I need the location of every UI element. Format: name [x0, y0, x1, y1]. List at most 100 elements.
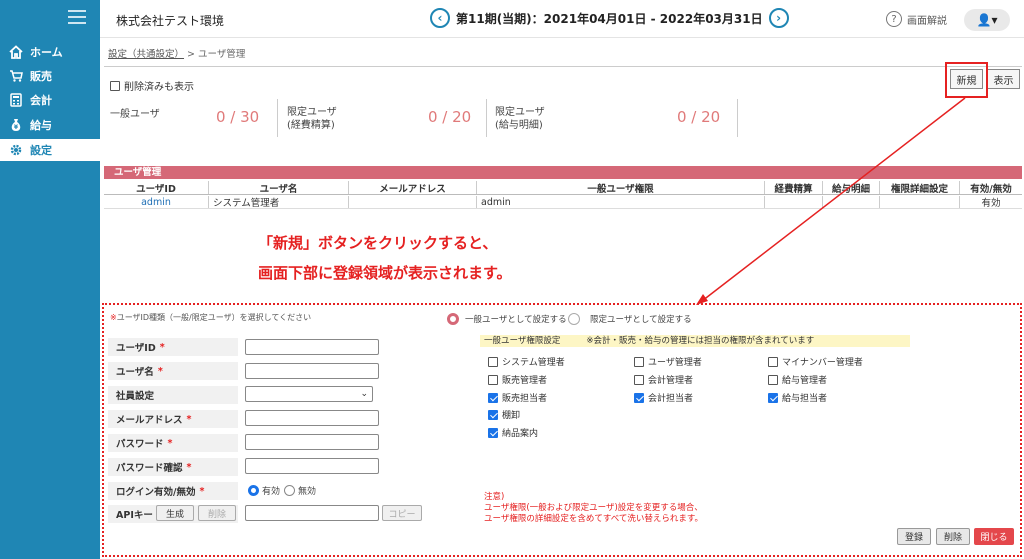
perm-payroll-staff[interactable]: 給与担当者 [768, 391, 827, 404]
delete-button[interactable]: 削除 [936, 528, 970, 545]
employee-setting-select[interactable]: ⌄ [245, 386, 373, 402]
password-confirm-label: パスワード確認 * [108, 458, 238, 476]
table-cell [823, 196, 880, 208]
register-button[interactable]: 登録 [897, 528, 931, 545]
stat-expense-value: 0 / 20 [428, 108, 472, 126]
sidebar-item-label: 販売 [30, 70, 52, 83]
col-header: 経費精算 [765, 181, 823, 194]
perm-accounting-admin[interactable]: 会計管理者 [634, 373, 693, 386]
hamburger-menu-icon[interactable] [68, 10, 86, 24]
user-name-input[interactable] [245, 363, 379, 379]
help-label: 画面解説 [907, 15, 947, 27]
top-header: 株式会社テスト環境 ‹ 第11期(当期)：2021年04月01日 - 2022年… [100, 0, 1024, 38]
permission-header: 一般ユーザ権限設定 ※会計・販売・給与の管理には担当の権限が含まれています [480, 335, 910, 347]
stat-divider [277, 99, 278, 137]
api-generate-button[interactable]: 生成 [156, 505, 194, 521]
sidebar-item-payroll[interactable]: ¥ 給与 [0, 114, 100, 136]
col-header: 一般ユーザ権限 [477, 181, 765, 194]
perm-sales-staff[interactable]: 販売担当者 [488, 391, 547, 404]
stat-general-value: 0 / 30 [216, 108, 260, 126]
perm-mynumber-admin[interactable]: マイナンバー管理者 [768, 355, 863, 368]
perm-accounting-staff[interactable]: 会計担当者 [634, 391, 693, 404]
employee-setting-label: 社員設定 [108, 386, 238, 404]
api-key-input[interactable] [245, 505, 379, 521]
password-confirm-input[interactable] [245, 458, 379, 474]
sidebar-item-home[interactable]: ホーム [0, 41, 100, 63]
home-icon [8, 44, 24, 60]
login-enabled-label: ログイン有効/無効 * [108, 482, 238, 500]
breadcrumb-current: ユーザ管理 [198, 49, 246, 60]
stat-divider [486, 99, 487, 137]
col-header: 給与明細 [823, 181, 880, 194]
perm-inventory[interactable]: 棚卸 [488, 408, 520, 421]
stat-expense-label: 限定ユーザ (経費精算) [287, 107, 337, 131]
col-header: ユーザ名 [209, 181, 349, 194]
show-button[interactable]: 表示 [987, 69, 1020, 89]
sidebar-item-settings[interactable]: 設定 [0, 139, 100, 161]
login-enabled-radio[interactable] [248, 485, 259, 496]
company-name: 株式会社テスト環境 [116, 14, 225, 28]
next-period-button[interactable]: › [768, 8, 789, 28]
user-table-title: ユーザ管理 [104, 166, 1022, 179]
show-deleted-label: 削除済みも表示 [124, 82, 194, 93]
perm-payroll-admin[interactable]: 給与管理者 [768, 373, 827, 386]
radio-button[interactable] [447, 313, 459, 325]
api-copy-button[interactable]: コピー [382, 505, 422, 521]
chevron-down-icon: ⌄ [360, 389, 368, 399]
sidebar-item-accounting[interactable]: 会計 [0, 89, 100, 111]
help-icon: ? [886, 11, 902, 27]
email-input[interactable] [245, 410, 379, 426]
col-header: 有効/無効 [970, 183, 1012, 195]
show-deleted-checkbox[interactable]: 削除済みも表示 [110, 78, 194, 93]
sidebar-item-label: 設定 [30, 144, 52, 157]
period-label: 第11期(当期)：2021年04月01日 - 2022年03月31日 [456, 11, 763, 26]
checkbox-box[interactable] [110, 80, 120, 91]
table-cell: 有効 [981, 198, 1001, 208]
table-row[interactable]: admin システム管理者 admin 有効 [104, 196, 1022, 209]
annotation-line-2: 画面下部に登録領域が表示されます。 [258, 264, 512, 282]
api-delete-button[interactable]: 削除 [198, 505, 236, 521]
help-link[interactable]: ? 画面解説 [886, 11, 947, 27]
perm-user-admin[interactable]: ユーザ管理者 [634, 355, 702, 368]
breadcrumb-parent-link[interactable]: 設定（共通設定） [108, 49, 184, 60]
breadcrumb-separator: > [187, 49, 196, 60]
login-disabled-radio[interactable] [284, 485, 296, 496]
new-button-highlight [945, 62, 988, 98]
cart-icon [8, 68, 24, 84]
user-menu-button[interactable]: 👤▾ [964, 9, 1010, 31]
prev-period-button[interactable]: ‹ [430, 8, 450, 28]
gear-icon [8, 142, 24, 158]
col-header: 権限詳細設定 [880, 181, 960, 194]
sidebar: ホーム 販売 会計 ¥ 給与 設定 [0, 0, 100, 559]
radio-limited-user[interactable]: 限定ユーザとして設定する [568, 313, 692, 325]
table-cell [349, 196, 477, 208]
perm-delivery[interactable]: 納品案内 [488, 426, 538, 439]
password-label: パスワード * [108, 434, 238, 452]
annotation-line-1: 「新規」ボタンをクリックすると、 [258, 234, 498, 252]
user-id-input[interactable] [245, 339, 379, 355]
close-button[interactable]: 閉じる [974, 528, 1014, 545]
perm-sales-admin[interactable]: 販売管理者 [488, 373, 547, 386]
radio-button[interactable] [568, 313, 580, 325]
money-bag-icon: ¥ [8, 117, 24, 133]
col-header: メールアドレス [349, 181, 477, 194]
divider [104, 66, 1022, 67]
sidebar-item-label: 会計 [30, 94, 52, 107]
perm-system-admin[interactable]: システム管理者 [488, 355, 565, 368]
stat-payslip-value: 0 / 20 [677, 108, 721, 126]
stat-divider [737, 99, 738, 137]
stat-payslip-label: 限定ユーザ (給与明細) [495, 107, 545, 131]
breadcrumb: 設定（共通設定） > ユーザ管理 [108, 46, 245, 60]
caution-note: 注意) ユーザ権限(一般および限定ユーザ)設定を変更する場合、 ユーザ権限の詳細… [484, 492, 704, 524]
table-cell: admin [477, 196, 765, 208]
login-enabled-radios: 有効 無効 [248, 484, 316, 497]
table-cell: システム管理者 [209, 196, 349, 208]
sidebar-item-sales[interactable]: 販売 [0, 65, 100, 87]
col-header: ユーザID [104, 181, 209, 194]
sidebar-item-label: 給与 [30, 119, 52, 132]
user-id-link[interactable]: admin [104, 196, 209, 208]
password-input[interactable] [245, 434, 379, 450]
table-cell [765, 196, 823, 208]
user-name-label: ユーザ名 * [108, 362, 238, 380]
radio-general-user[interactable]: 一般ユーザとして設定する [447, 313, 567, 325]
